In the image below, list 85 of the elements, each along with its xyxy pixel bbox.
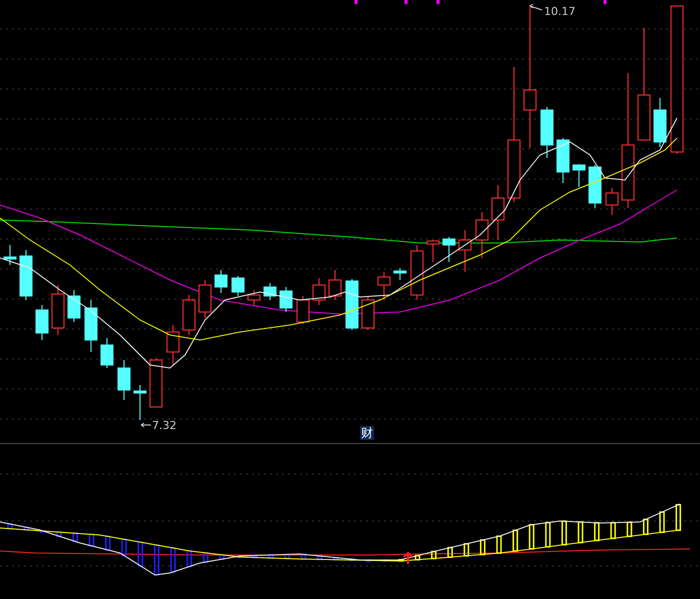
- candlestick: [134, 384, 146, 420]
- histogram-bar: [219, 554, 225, 560]
- histogram-bar: [528, 524, 534, 550]
- histogram-bar: [88, 534, 94, 547]
- histogram-bar: [138, 541, 144, 567]
- candlestick: [328, 270, 342, 300]
- histogram-bar: [300, 554, 306, 560]
- histogram-bar: [512, 530, 518, 552]
- histogram-bar: [72, 532, 78, 542]
- candlestick: [588, 164, 602, 208]
- candlestick: [20, 250, 32, 300]
- histogram-bar: [545, 522, 551, 548]
- candlestick: [100, 338, 114, 368]
- histogram-bar: [40, 530, 46, 533]
- histogram-bar: [202, 552, 208, 563]
- candlestick: [410, 244, 424, 300]
- histogram-bar: [350, 558, 356, 561]
- histogram-bar: [578, 521, 584, 544]
- candlestick: [296, 296, 310, 324]
- candlestick: [442, 236, 456, 262]
- histogram-bar: [24, 526, 30, 531]
- candlestick: [118, 360, 130, 400]
- candlestick: [214, 270, 228, 294]
- histogram-bar: [121, 538, 127, 556]
- candlestick: [556, 138, 570, 184]
- candlestick: [346, 278, 358, 330]
- candlestick: [476, 212, 488, 258]
- histogram-bar: [480, 539, 486, 556]
- histogram-bar: [659, 511, 665, 533]
- candlestick: [378, 272, 390, 300]
- high-price-label: 10.17: [544, 5, 576, 18]
- histogram-bar: [447, 546, 453, 558]
- histogram-bar: [333, 556, 339, 560]
- candlestick: [166, 324, 180, 366]
- candlestick: [248, 290, 260, 306]
- candlestick: [654, 98, 666, 148]
- candlestick: [606, 188, 618, 216]
- histogram-bar: [594, 522, 600, 542]
- candlestick: [84, 300, 98, 352]
- histogram-bar: [186, 550, 192, 568]
- histogram-bar: [235, 556, 241, 558]
- leader-line: [140, 422, 152, 428]
- candlestick: [264, 282, 276, 300]
- low-price-label: 7.32: [152, 419, 176, 432]
- candlestick: [426, 240, 440, 262]
- candlestick: [52, 284, 64, 336]
- histogram-bar: [170, 547, 176, 573]
- candlestick: [362, 296, 374, 330]
- histogram-bar: [252, 554, 258, 558]
- candlestick: [68, 290, 80, 322]
- up-arrow-icon: [403, 552, 413, 565]
- candlestick: [150, 358, 162, 408]
- histogram-bar: [496, 535, 502, 554]
- histogram-bar: [366, 559, 372, 562]
- histogram-bar: [284, 554, 290, 560]
- indicator-tag: 财: [360, 426, 374, 440]
- histogram-bar: [676, 504, 682, 531]
- histogram-bar: [626, 522, 632, 538]
- histogram-bar: [642, 518, 648, 536]
- histogram-bar: [105, 536, 111, 551]
- candlestick: [492, 184, 504, 240]
- histogram-bar: [268, 554, 274, 559]
- candlestick: [4, 244, 16, 266]
- candlestick: [232, 276, 244, 296]
- histogram-bar: [7, 523, 13, 530]
- candlestick: [280, 286, 292, 312]
- histogram-bar: [414, 554, 420, 560]
- histogram-bar: [316, 555, 322, 560]
- histogram-bar: [561, 520, 567, 546]
- candlestick: [394, 268, 406, 280]
- leader-line: [530, 4, 542, 10]
- histogram-bar: [431, 550, 437, 560]
- histogram-bar: [464, 543, 470, 557]
- candlestick: [540, 106, 554, 158]
- candlestick: [36, 304, 48, 340]
- histogram-bar: [56, 531, 62, 537]
- histogram-bar: [382, 559, 388, 562]
- histogram-bar: [154, 544, 160, 576]
- candlestick: [458, 230, 472, 272]
- histogram-bar: [610, 522, 616, 540]
- histogram-bar: [398, 558, 404, 562]
- candlestick: [572, 164, 586, 188]
- candlestick: [198, 280, 212, 318]
- candlestick: [182, 294, 196, 336]
- candlestick: [312, 278, 326, 306]
